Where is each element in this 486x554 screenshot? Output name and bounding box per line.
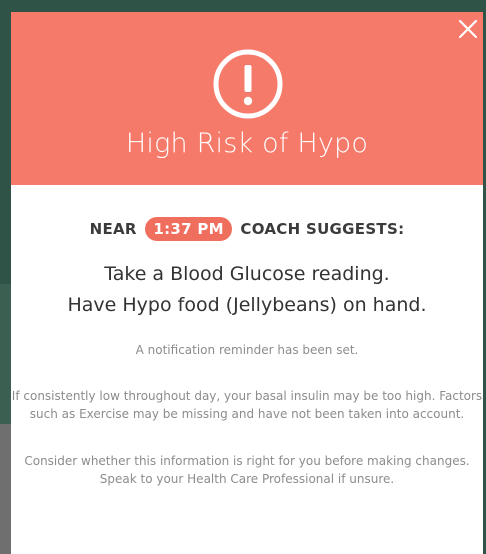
disclaimer-line2: Speak to your Health Care Professional i… [99,472,395,486]
coach-suggestion-heading: NEAR 1:37 PM COACH SUGGESTS: [11,217,483,241]
action-blood-glucose: Take a Blood Glucose reading. [104,263,390,285]
basal-note-line1: If consistently low throughout day, your… [11,389,483,403]
near-label: NEAR [89,220,137,238]
coach-suggests-label: COACH SUGGESTS: [240,220,405,238]
backdrop-top [0,0,486,12]
exclamation-circle-icon [213,49,283,119]
backdrop-left [0,0,11,554]
action-hypo-food: Have Hypo food (Jellybeans) on hand. [67,294,427,316]
hypo-alert-dialog: High Risk of Hypo NEAR 1:37 PM COACH SUG… [11,12,483,554]
close-button[interactable] [457,18,479,40]
screen: High Risk of Hypo NEAR 1:37 PM COACH SUG… [0,0,486,554]
reminder-note: A notification reminder has been set. [135,343,359,357]
dialog-title: High Risk of Hypo [125,128,369,159]
time-badge: 1:37 PM [145,217,232,241]
disclaimer-line1: Consider whether this information is rig… [24,454,470,468]
dialog-header: High Risk of Hypo [11,12,483,185]
close-icon [458,19,478,39]
basal-note-line2: such as Exercise may be missing and have… [29,407,465,421]
